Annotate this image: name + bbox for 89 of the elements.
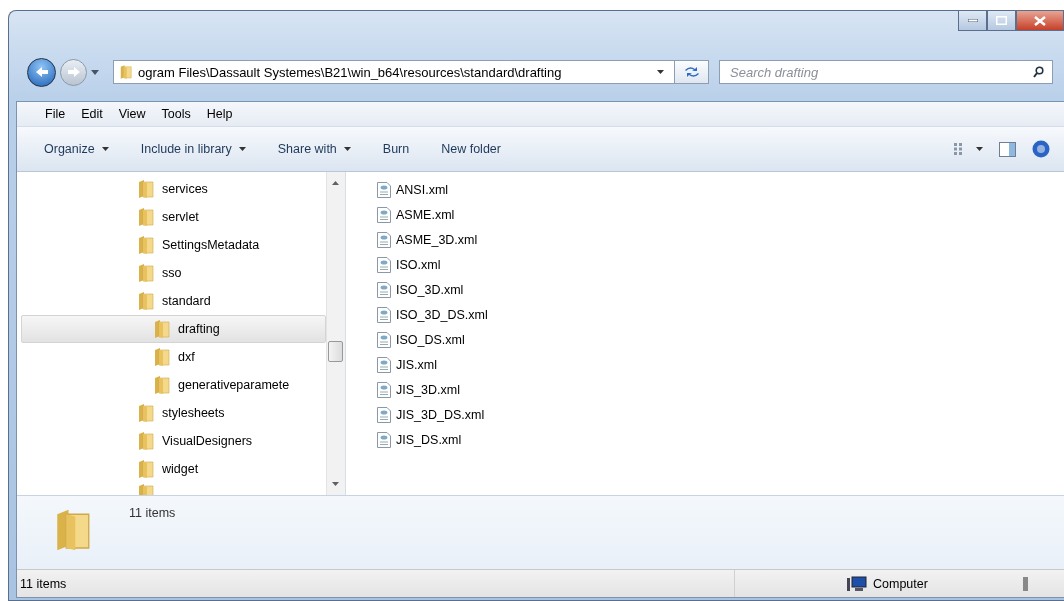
location-label: Computer <box>873 576 928 591</box>
toolbar-button[interactable]: Organize <box>33 138 120 160</box>
xml-document-entry[interactable]: ASME_3D.xml <box>377 227 478 252</box>
scroll-down-arrow-icon[interactable] <box>332 482 339 486</box>
computer-icon <box>847 575 867 592</box>
folder-icon <box>138 432 154 450</box>
address-bar[interactable]: ogram Files\Dassault Systemes\B21\win_b64\resources\standard\drafting <box>113 60 675 84</box>
folder-icon <box>154 376 170 394</box>
recent-pages-caret-icon[interactable] <box>91 69 99 75</box>
tree-item[interactable]: services <box>21 175 326 203</box>
refresh-icon <box>683 66 700 78</box>
refresh-button[interactable] <box>675 60 709 84</box>
toolbar-button[interactable]: New folder <box>430 138 512 160</box>
xml-file-icon <box>377 306 391 323</box>
folder-icon <box>138 180 154 198</box>
xml-document-entry[interactable]: ANSI.xml <box>377 177 449 202</box>
close-button[interactable] <box>1016 11 1064 31</box>
tree-item[interactable]: dxf <box>21 343 326 371</box>
scrollbar-thumb[interactable] <box>328 341 343 362</box>
xml-document-entry[interactable]: ISO_3D_DS.xml <box>377 302 488 327</box>
xml-file-icon <box>377 256 391 273</box>
maximize-icon <box>996 16 1007 25</box>
back-arrow-icon <box>34 66 49 78</box>
back-button[interactable] <box>27 57 56 87</box>
folder-icon <box>138 264 154 282</box>
xml-file-icon <box>377 231 391 248</box>
caret-icon <box>101 147 109 151</box>
toolbar-button[interactable]: Burn <box>371 138 421 160</box>
menu-item[interactable]: Tools <box>153 105 199 123</box>
folder-icon <box>138 292 154 310</box>
tree-item[interactable]: servlet <box>21 203 326 231</box>
folder-icon <box>154 320 170 338</box>
menu-item[interactable]: View <box>110 105 154 123</box>
preview-pane-icon[interactable] <box>999 141 1016 157</box>
xml-document-entry[interactable]: ISO.xml <box>377 252 441 277</box>
tree-item[interactable]: stylesheets <box>21 399 326 427</box>
xml-file-icon <box>377 181 391 198</box>
forward-arrow-icon <box>66 66 81 78</box>
tree-item[interactable]: standard <box>21 287 326 315</box>
xml-file-icon <box>377 206 391 223</box>
xml-file-icon <box>377 331 391 348</box>
xml-file-icon <box>377 281 391 298</box>
folder-icon <box>120 64 132 80</box>
minimize-button[interactable] <box>958 11 987 31</box>
tree-item[interactable]: sso <box>21 259 326 287</box>
menu-item[interactable]: Help <box>198 105 241 123</box>
folder-icon <box>138 236 154 254</box>
scrollbar[interactable] <box>326 172 345 495</box>
search-icon <box>1033 66 1044 78</box>
xml-document-entry[interactable]: ISO_DS.xml <box>377 327 465 352</box>
close-icon <box>1034 15 1046 26</box>
resize-grip[interactable] <box>1023 576 1028 591</box>
minimize-icon <box>967 19 978 22</box>
xml-file-icon <box>377 356 391 373</box>
xml-document-entry[interactable]: ISO_3D.xml <box>377 277 464 302</box>
search-field[interactable]: Search drafting <box>728 63 1033 81</box>
menu-item[interactable]: Edit <box>73 105 111 123</box>
tree-item[interactable]: widget <box>21 455 326 483</box>
xml-file-icon <box>377 406 391 423</box>
status-item-count: 11 items <box>20 576 67 591</box>
xml-document-entry[interactable]: JIS.xml <box>377 352 437 377</box>
tree-item[interactable]: SettingsMetadata <box>21 231 326 259</box>
tree-item[interactable]: generativeparamete <box>21 371 326 399</box>
scroll-up-arrow-icon[interactable] <box>332 181 339 185</box>
toolbar-button[interactable]: Include in library <box>129 138 257 160</box>
caret-icon <box>238 147 246 151</box>
folder-icon <box>154 348 170 366</box>
toolbar-button[interactable]: Share with <box>266 138 362 160</box>
xml-document-entry[interactable]: JIS_DS.xml <box>377 427 462 452</box>
menu-item[interactable]: File <box>37 105 74 123</box>
caret-icon <box>657 70 664 74</box>
view-options-button[interactable] <box>954 143 983 155</box>
xml-file-icon <box>377 381 391 398</box>
item-count: 11 items <box>129 506 176 522</box>
caret-icon <box>976 147 983 151</box>
maximize-button[interactable] <box>987 11 1016 31</box>
caret-icon <box>343 147 351 151</box>
xml-document-entry[interactable]: JIS_3D.xml <box>377 377 460 402</box>
folder-icon <box>138 208 154 226</box>
xml-document-entry[interactable]: JIS_3D_DS.xml <box>377 402 485 427</box>
tree-item[interactable]: VisualDesigners <box>21 427 326 455</box>
address-path: ogram Files\Dassault Systemes\B21\win_b64\resources\standard\drafting <box>138 64 563 80</box>
folder-icon <box>138 404 154 422</box>
help-icon[interactable] <box>1032 140 1050 158</box>
search-box[interactable]: Search drafting <box>719 60 1053 84</box>
tree-item[interactable]: drafting <box>21 315 326 343</box>
xml-document-entry[interactable]: ASME.xml <box>377 202 455 227</box>
folder-icon <box>138 460 154 478</box>
xml-file-icon <box>377 431 391 448</box>
